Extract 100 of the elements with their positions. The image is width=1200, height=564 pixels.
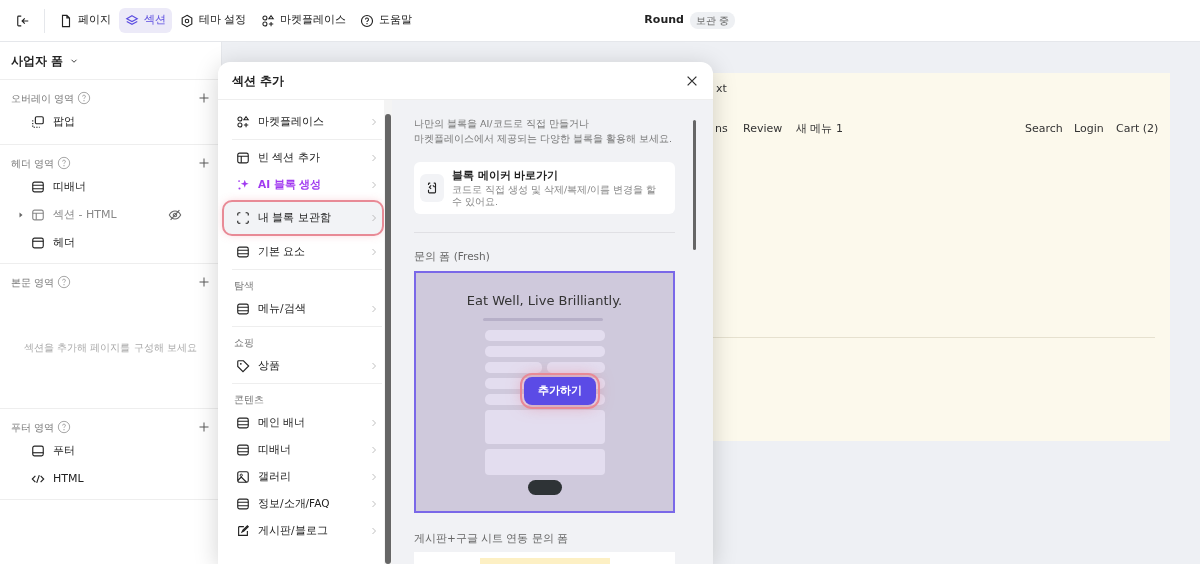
category-heading: 탐색: [233, 279, 255, 293]
category-heading: 콘텐츠: [233, 393, 265, 407]
expand-icon: [17, 211, 25, 219]
category-heading: 쇼핑: [233, 336, 255, 350]
menu-item[interactable]: 정보/소개/FAQ: [232, 490, 382, 517]
shapes-icon: [236, 114, 250, 129]
menu-item[interactable]: 갤러리: [232, 463, 382, 490]
help-icon: [359, 13, 374, 28]
chevron-right-icon: [370, 117, 378, 126]
rows-icon: [236, 496, 250, 511]
layer-item[interactable]: 헤더: [53, 234, 75, 252]
shortcut-title: 블록 메이커 바로가기: [451, 168, 560, 183]
nav-link[interactable]: 새 메뉴 1: [796, 121, 843, 138]
menu-item[interactable]: 메인 배너: [232, 409, 382, 436]
frame-icon: [236, 211, 250, 225]
nav-link[interactable]: Review: [743, 121, 783, 138]
rows-icon: [236, 442, 250, 457]
exit-icon: [16, 13, 30, 28]
help-icon: [77, 91, 92, 105]
rows-icon: [236, 415, 250, 430]
layer-item[interactable]: 띠배너: [53, 178, 86, 196]
toolbar-tab[interactable]: 섹션: [119, 8, 172, 33]
header-icon: [31, 236, 45, 250]
menu-item[interactable]: 띠배너: [232, 436, 382, 463]
add-icon: [198, 420, 210, 434]
rows-icon: [236, 301, 250, 316]
chevron-right-icon: [370, 472, 378, 481]
shapes-icon: [260, 13, 275, 28]
page-selector[interactable]: 사업자 폼: [11, 51, 64, 70]
block-title: 문의 폼 (Fresh): [414, 248, 491, 264]
chevron-right-icon: [370, 418, 378, 427]
scrollbar[interactable]: [384, 100, 392, 564]
footer-icon: [31, 444, 45, 458]
help-icon: [57, 420, 72, 434]
layer-item[interactable]: HTML: [53, 470, 84, 488]
chevron-right-icon: [370, 247, 378, 256]
nav-link[interactable]: Search: [1025, 121, 1063, 138]
code-icon: [31, 472, 45, 486]
add-icon: [198, 91, 210, 105]
preview-heading: Eat Well, Live Brilliantly.: [466, 291, 623, 310]
sparkle-icon: [236, 177, 250, 192]
help-icon: [57, 156, 72, 170]
chevron-right-icon: [370, 180, 378, 189]
chevron-right-icon: [370, 445, 378, 454]
help-icon: [57, 275, 72, 289]
nav-link[interactable]: ns: [715, 121, 728, 138]
chevron-right-icon: [370, 361, 378, 370]
rows-icon: [236, 244, 250, 259]
layout-icon: [236, 150, 250, 165]
menu-item[interactable]: 상품: [232, 352, 382, 379]
toolbar-tab[interactable]: 페이지: [53, 8, 117, 33]
edit-icon: [236, 523, 250, 538]
preview-text: xt: [716, 81, 727, 97]
settings-icon: [180, 13, 194, 28]
status-badge: 보관 중: [689, 12, 736, 29]
layer-item[interactable]: 팝업: [53, 113, 75, 131]
chevron-right-icon: [370, 214, 378, 222]
nav-link[interactable]: Login: [1074, 121, 1104, 138]
add-icon: [198, 275, 210, 289]
layer-item[interactable]: 섹션 - HTML: [53, 206, 117, 224]
nav-link[interactable]: Cart (2): [1116, 121, 1159, 138]
shortcut-description: 코드로 직접 생성 및 삭제/복제/이름 변경을 할 수 있어요.: [451, 183, 658, 208]
chevron-right-icon: [370, 499, 378, 508]
code-block-icon: [425, 180, 439, 195]
rows-icon: [31, 180, 45, 194]
menu-item[interactable]: 내 블록 보관함: [224, 202, 382, 234]
hidden-icon: [168, 208, 182, 222]
shortcut-card[interactable]: 블록 메이커 바로가기 코드로 직접 생성 및 삭제/복제/이름 변경을 할 수 있어요.: [414, 162, 675, 214]
layers-icon: [125, 13, 139, 28]
page-icon: [59, 13, 73, 28]
section-heading: 푸터 영역: [11, 420, 55, 435]
menu-item[interactable]: AI 블록 생성: [232, 171, 382, 198]
empty-message: 섹션을 추가해 페이지를 구성해 보세요: [23, 340, 198, 355]
layer-item[interactable]: 푸터: [53, 442, 75, 460]
section-heading: 오버레이 영역: [11, 91, 75, 106]
chevron-right-icon: [370, 153, 378, 162]
toolbar-tab[interactable]: 테마 설정: [174, 8, 253, 33]
menu-item[interactable]: 게시판/블로그: [232, 517, 382, 544]
toolbar-tab[interactable]: 마켓플레이스: [254, 8, 352, 33]
image-icon: [236, 469, 250, 484]
section-heading: 헤더 영역: [11, 156, 55, 171]
chevron-right-icon: [370, 304, 378, 313]
popup-icon: [31, 115, 45, 129]
menu-item[interactable]: 빈 섹션 추가: [232, 144, 382, 171]
close-icon: [685, 74, 699, 88]
menu-item[interactable]: 기본 요소: [232, 238, 382, 265]
block-title: 게시판+구글 시트 연동 문의 폼: [414, 530, 570, 546]
menu-item[interactable]: 마켓플레이스: [232, 108, 382, 135]
page-title: Round: [644, 12, 684, 29]
dialog-title: 섹션 추가: [232, 72, 285, 90]
scrollbar[interactable]: [693, 120, 696, 250]
toolbar-tab[interactable]: 도움말: [353, 8, 418, 33]
layout-icon: [31, 208, 45, 222]
block-preview[interactable]: Eat Well, Live Brilliantly. 추가하기: [414, 270, 675, 513]
chevron-right-icon: [370, 526, 378, 535]
tag-icon: [236, 358, 250, 373]
section-heading: 본문 영역: [11, 275, 55, 290]
add-icon: [198, 156, 210, 170]
intro-text: 나만의 블록을 AI/코드로 직접 만들거나 마켓플레이스에서 제공되는 다양한 블록을 활용해 보세요.: [414, 117, 674, 146]
menu-item[interactable]: 메뉴/검색: [232, 295, 382, 322]
